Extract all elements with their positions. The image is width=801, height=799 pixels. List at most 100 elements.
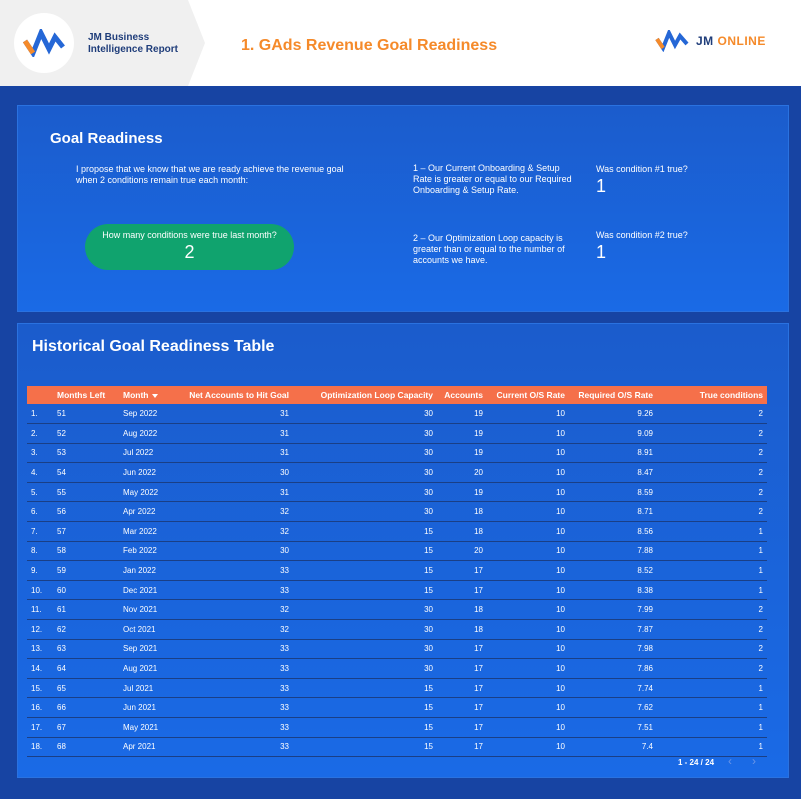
required-os-rate-cell: 8.38 <box>569 580 657 601</box>
row-index: 5. <box>27 482 53 503</box>
row-index: 7. <box>27 521 53 542</box>
months-left-cell: 63 <box>53 639 119 660</box>
month-cell: Aug 2021 <box>119 658 175 679</box>
months-left-cell: 68 <box>53 737 119 758</box>
month-cell: Jan 2022 <box>119 560 175 581</box>
table-row[interactable]: 8. 58 Feb 2022 30 15 20 10 7.88 1 <box>27 541 767 562</box>
required-os-rate-cell: 8.91 <box>569 443 657 464</box>
months-left-cell: 53 <box>53 443 119 464</box>
required-os-rate-cell: 7.4 <box>569 737 657 758</box>
true-conditions-cell: 1 <box>657 737 767 758</box>
table-row[interactable]: 14. 64 Aug 2021 33 30 17 10 7.86 2 <box>27 658 767 679</box>
chevron-right-icon[interactable]: › <box>752 754 756 768</box>
column-header-month[interactable]: Month <box>119 386 175 404</box>
optimization-capacity-cell: 30 <box>293 443 437 464</box>
table-row[interactable]: 5. 55 May 2022 31 30 19 10 8.59 2 <box>27 482 767 503</box>
required-os-rate-cell: 8.52 <box>569 560 657 581</box>
month-cell: Dec 2021 <box>119 580 175 601</box>
current-os-rate-cell: 10 <box>487 619 569 640</box>
required-os-rate-cell: 8.71 <box>569 501 657 523</box>
accounts-cell: 17 <box>437 560 487 581</box>
row-index: 15. <box>27 678 53 699</box>
month-cell: Apr 2022 <box>119 501 175 523</box>
months-left-cell: 57 <box>53 521 119 542</box>
chevron-left-icon[interactable]: ‹ <box>728 754 732 768</box>
column-header-net-accounts[interactable]: Net Accounts to Hit Goal <box>175 386 293 404</box>
table-row[interactable]: 18. 68 Apr 2021 33 15 17 10 7.4 1 <box>27 737 767 758</box>
optimization-capacity-cell: 15 <box>293 678 437 699</box>
months-left-cell: 62 <box>53 619 119 640</box>
table-row[interactable]: 2. 52 Aug 2022 31 30 19 10 9.09 2 <box>27 423 767 444</box>
column-header-required-os-rate[interactable]: Required O/S Rate <box>569 386 657 404</box>
accounts-cell: 17 <box>437 737 487 758</box>
required-os-rate-cell: 8.47 <box>569 462 657 483</box>
net-accounts-cell: 31 <box>175 423 293 444</box>
current-os-rate-cell: 10 <box>487 482 569 503</box>
brand-name: JM Business Intelligence Report <box>88 32 198 56</box>
column-header-optimization-capacity[interactable]: Optimization Loop Capacity <box>293 386 437 404</box>
accounts-cell: 20 <box>437 462 487 483</box>
table-row[interactable]: 13. 63 Sep 2021 33 30 17 10 7.98 2 <box>27 639 767 660</box>
months-left-cell: 65 <box>53 678 119 699</box>
month-cell: Feb 2022 <box>119 541 175 562</box>
accounts-cell: 18 <box>437 521 487 542</box>
table-row[interactable]: 15. 65 Jul 2021 33 15 17 10 7.74 1 <box>27 678 767 699</box>
optimization-capacity-cell: 30 <box>293 462 437 483</box>
row-index: 6. <box>27 501 53 523</box>
column-header-current-os-rate[interactable]: Current O/S Rate <box>487 386 569 404</box>
true-conditions-cell: 2 <box>657 599 767 621</box>
column-header-true-conditions[interactable]: True conditions <box>657 386 767 404</box>
table-row[interactable]: 9. 59 Jan 2022 33 15 17 10 8.52 1 <box>27 560 767 581</box>
table-row[interactable]: 11. 61 Nov 2021 32 30 18 10 7.99 2 <box>27 599 767 621</box>
table-row[interactable]: 7. 57 Mar 2022 32 15 18 10 8.56 1 <box>27 521 767 542</box>
table-row[interactable]: 10. 60 Dec 2021 33 15 17 10 8.38 1 <box>27 580 767 601</box>
row-index: 14. <box>27 658 53 679</box>
month-cell: May 2022 <box>119 482 175 503</box>
column-header-accounts[interactable]: Accounts <box>437 386 487 404</box>
net-accounts-cell: 33 <box>175 717 293 738</box>
conditions-true-question: How many conditions were true last month… <box>102 230 277 240</box>
months-left-cell: 56 <box>53 501 119 523</box>
current-os-rate-cell: 10 <box>487 639 569 660</box>
month-cell: Nov 2021 <box>119 599 175 621</box>
net-accounts-cell: 33 <box>175 639 293 660</box>
months-left-cell: 66 <box>53 697 119 718</box>
net-accounts-cell: 31 <box>175 443 293 464</box>
historical-table-panel: Historical Goal Readiness Table Months L… <box>17 323 789 778</box>
table-row[interactable]: 16. 66 Jun 2021 33 15 17 10 7.62 1 <box>27 697 767 718</box>
current-os-rate-cell: 10 <box>487 560 569 581</box>
column-header-month-label: Month <box>123 390 149 400</box>
net-accounts-cell: 30 <box>175 462 293 483</box>
optimization-capacity-cell: 30 <box>293 404 437 425</box>
row-index: 18. <box>27 737 53 758</box>
goal-readiness-intro: I propose that we know that we are ready… <box>76 164 344 185</box>
optimization-capacity-cell: 15 <box>293 717 437 738</box>
months-left-cell: 59 <box>53 560 119 581</box>
table-row[interactable]: 3. 53 Jul 2022 31 30 19 10 8.91 2 <box>27 443 767 464</box>
table-row[interactable]: 12. 62 Oct 2021 32 30 18 10 7.87 2 <box>27 619 767 640</box>
optimization-capacity-cell: 30 <box>293 482 437 503</box>
month-cell: Sep 2022 <box>119 404 175 425</box>
true-conditions-cell: 1 <box>657 697 767 718</box>
true-conditions-cell: 2 <box>657 639 767 660</box>
table-row[interactable]: 17. 67 May 2021 33 15 17 10 7.51 1 <box>27 717 767 738</box>
condition-2-text: 2 – Our Optimization Loop capacity is gr… <box>413 233 565 265</box>
month-cell: May 2021 <box>119 717 175 738</box>
table-row[interactable]: 4. 54 Jun 2022 30 30 20 10 8.47 2 <box>27 462 767 483</box>
table-row[interactable]: 1. 51 Sep 2022 31 30 19 10 9.26 2 <box>27 404 767 425</box>
true-conditions-cell: 2 <box>657 404 767 425</box>
true-conditions-cell: 2 <box>657 619 767 640</box>
optimization-capacity-cell: 30 <box>293 639 437 660</box>
online-wordmark: ONLINE <box>717 34 766 48</box>
net-accounts-cell: 33 <box>175 580 293 601</box>
brand-line-1: JM Business <box>88 32 150 43</box>
current-os-rate-cell: 10 <box>487 423 569 444</box>
historical-table-title: Historical Goal Readiness Table <box>32 338 275 355</box>
table-row[interactable]: 6. 56 Apr 2022 32 30 18 10 8.71 2 <box>27 501 767 523</box>
current-os-rate-cell: 10 <box>487 462 569 483</box>
jm-online-wordmark: JM ONLINE <box>696 34 766 48</box>
true-conditions-cell: 1 <box>657 521 767 542</box>
column-header-months-left[interactable]: Months Left <box>53 386 119 404</box>
month-cell: Oct 2021 <box>119 619 175 640</box>
true-conditions-cell: 1 <box>657 560 767 581</box>
